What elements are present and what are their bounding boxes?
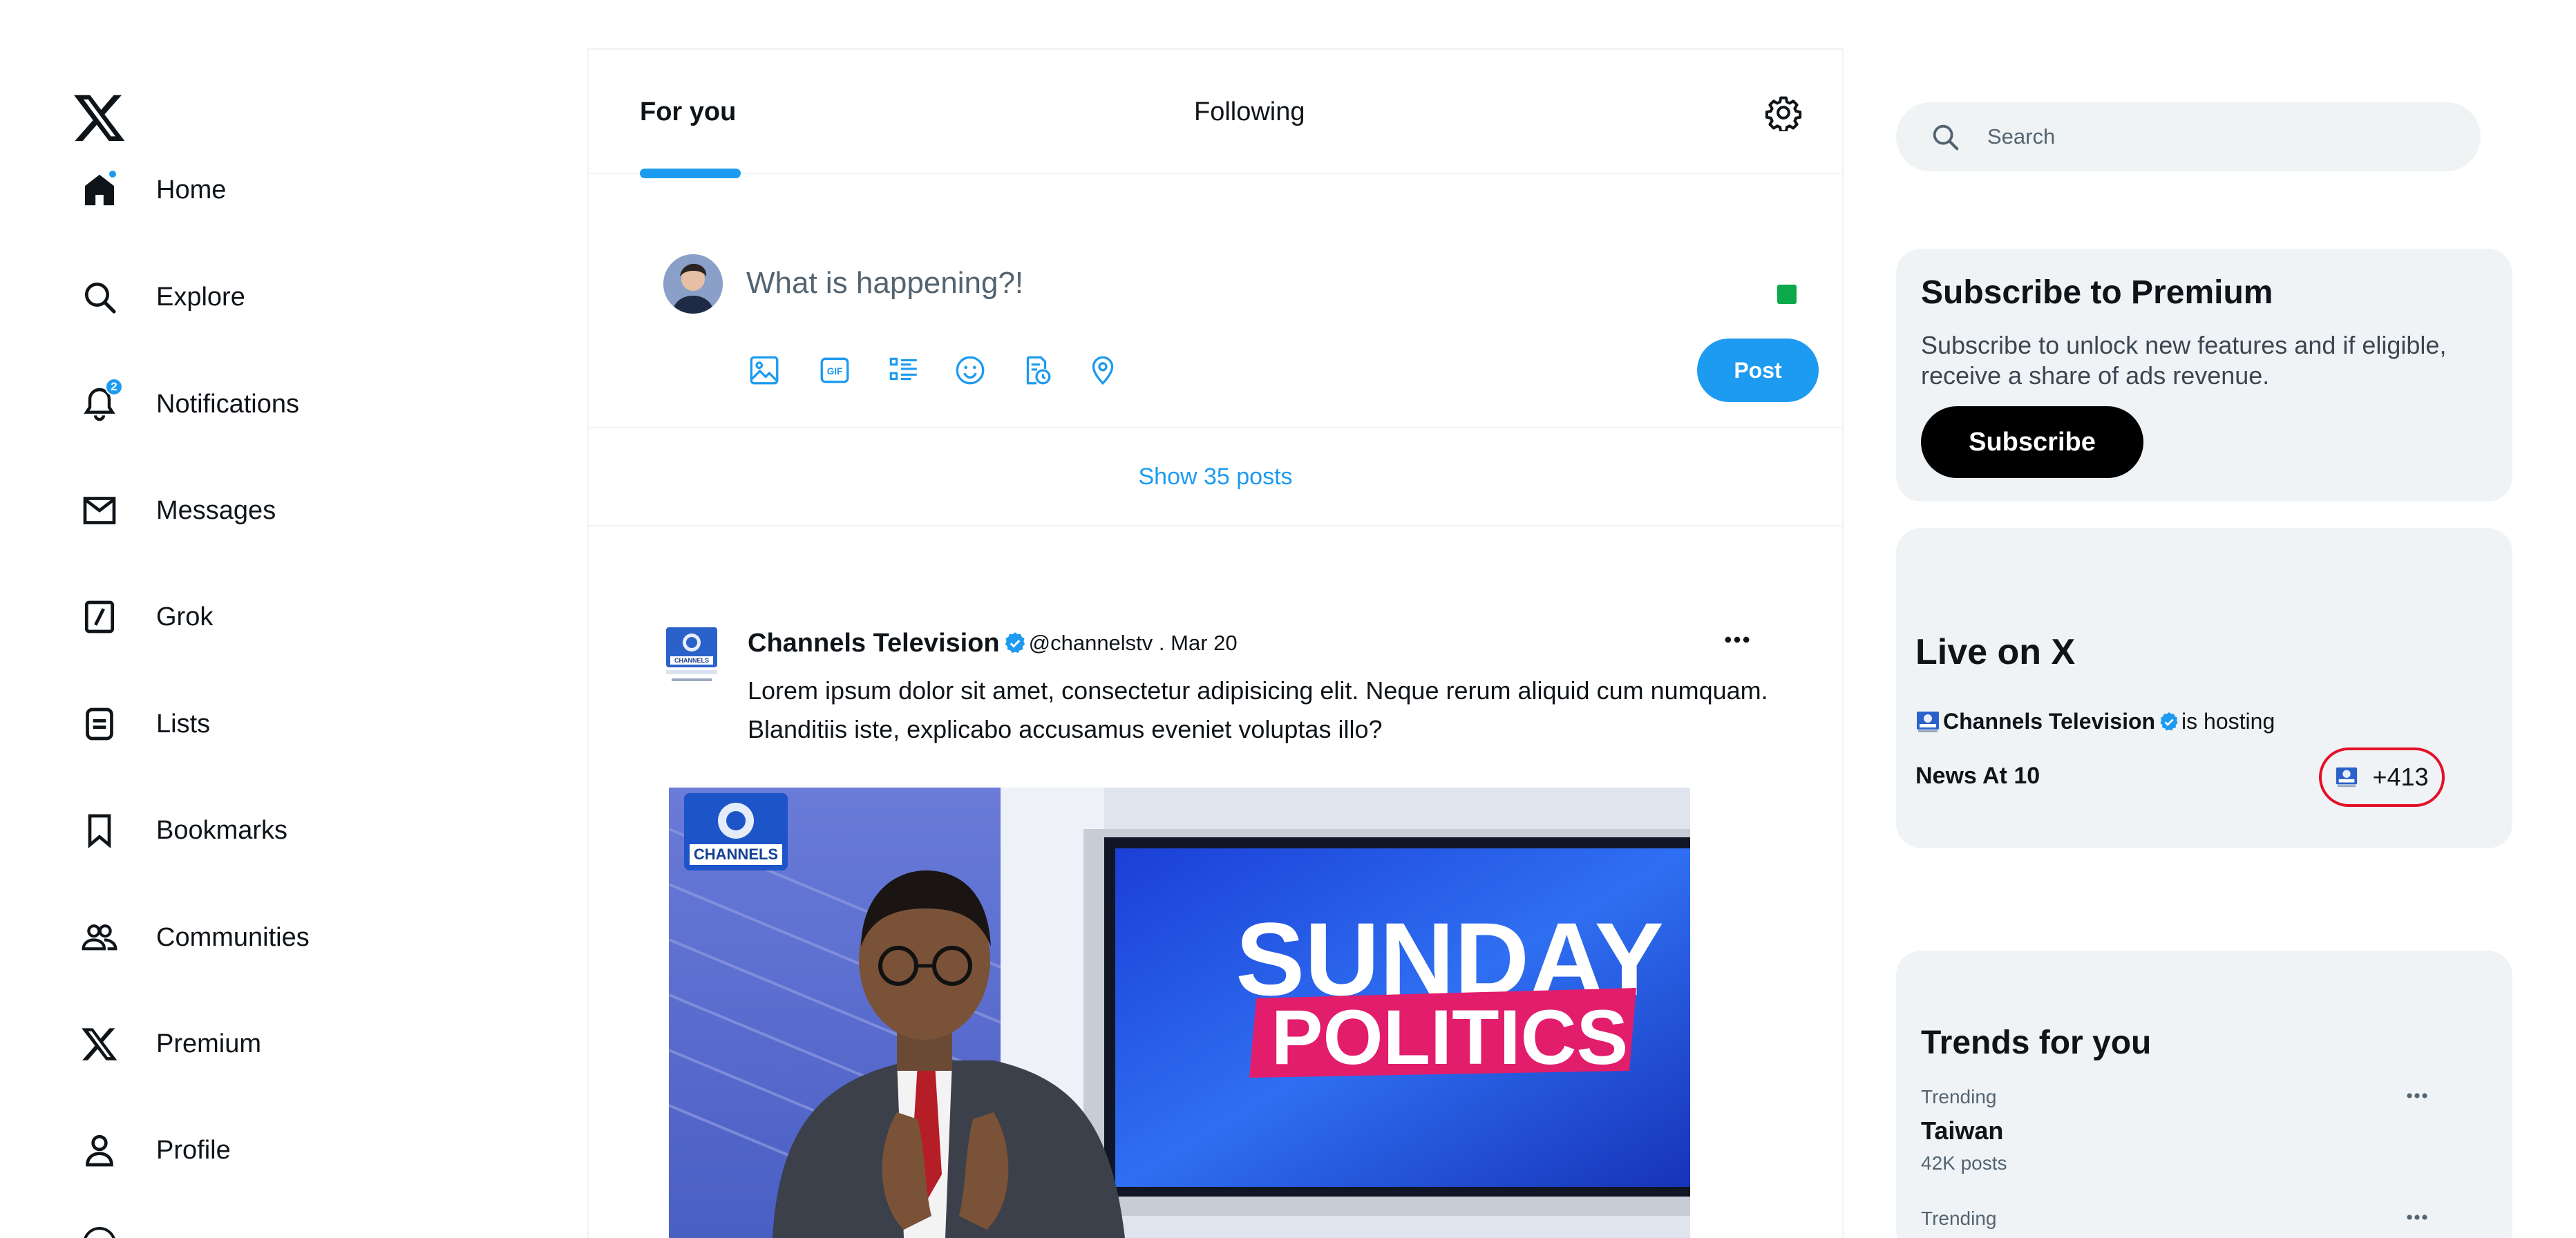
trend-count: 42K posts	[1921, 1152, 2007, 1174]
sidebar-item-label: Grok	[156, 602, 214, 631]
trends-title: Trends for you	[1921, 1025, 2152, 1061]
svg-text:GIF: GIF	[827, 366, 843, 377]
sidebar-item-home[interactable]: Home	[76, 159, 226, 221]
subscribe-button[interactable]: Subscribe	[1921, 406, 2143, 478]
svg-text:CHANNELS: CHANNELS	[674, 657, 709, 664]
sidebar-item-premium[interactable]: Premium	[76, 1013, 261, 1075]
sidebar-item-label: Home	[156, 175, 227, 204]
live-listener-count[interactable]: +413	[2319, 747, 2445, 807]
tweet-author-name[interactable]: Channels Television	[748, 629, 1000, 658]
envelope-icon	[76, 487, 123, 534]
trends-card: Trends for you Trending Taiwan 42K posts…	[1896, 951, 2512, 1238]
person-icon	[76, 1127, 123, 1174]
verified-badge-icon	[1005, 632, 1025, 654]
schedule-icon[interactable]	[1017, 351, 1056, 390]
image-icon[interactable]	[745, 351, 784, 390]
bell-icon: 2	[76, 378, 123, 428]
live-show-title[interactable]: News At 10	[1915, 763, 2040, 790]
sidebar-item-label: Notifications	[156, 389, 299, 419]
sidebar-item-grok[interactable]: Grok	[76, 586, 213, 648]
more-icon[interactable]	[83, 1227, 116, 1238]
channel-logo-avatar[interactable]: CHANNELS	[665, 626, 719, 685]
status-indicator	[1777, 285, 1797, 304]
x-logo-icon[interactable]	[72, 90, 127, 145]
search-icon	[76, 274, 123, 321]
search-bar[interactable]	[1896, 102, 2481, 171]
premium-description: Subscribe to unlock new features and if …	[1921, 331, 2447, 390]
compose-input[interactable]	[746, 261, 1714, 305]
sidebar-item-label: Profile	[156, 1135, 231, 1165]
notification-badge: 2	[105, 378, 123, 396]
sidebar-item-label: Explore	[156, 282, 245, 312]
trend-label: Trending	[1921, 1086, 1997, 1107]
channel-logo-icon	[1917, 711, 1939, 732]
tweet-composer: GIF Post	[589, 175, 1842, 428]
people-icon	[76, 914, 123, 961]
sidebar-item-messages[interactable]: Messages	[76, 479, 276, 542]
bookmark-icon	[76, 807, 123, 854]
premium-title: Subscribe to Premium	[1921, 274, 2273, 311]
sidebar-item-label: Bookmarks	[156, 815, 288, 845]
sidebar-item-label: Messages	[156, 495, 276, 525]
tweet-media-image[interactable]: SUNDAY POLITICS CHANNELS	[669, 788, 1690, 1238]
tab-following[interactable]: Following	[1194, 50, 1305, 174]
sidebar-item-communities[interactable]: Communities	[76, 906, 310, 969]
tweet-header: Channels Television @channelstv . Mar 20	[748, 626, 1238, 660]
media-channel-logo-text: CHANNELS	[694, 846, 778, 863]
sidebar-item-label: Communities	[156, 922, 310, 952]
gif-icon[interactable]: GIF	[815, 351, 854, 390]
trend-more-icon[interactable]	[2398, 1082, 2436, 1110]
gear-icon[interactable]	[1761, 90, 1806, 135]
timeline-tabs: For you Following	[589, 50, 1842, 178]
search-icon	[1933, 124, 1959, 151]
x-logo-icon	[76, 1020, 123, 1067]
sidebar-item-label: Premium	[156, 1029, 262, 1058]
trend-label: Trending	[1921, 1208, 1997, 1229]
tweet-handle-date: @channelstv . Mar 20	[1028, 631, 1238, 655]
search-input[interactable]	[1987, 124, 2430, 149]
sidebar-item-profile[interactable]: Profile	[76, 1119, 231, 1181]
post-button[interactable]: Post	[1697, 339, 1819, 402]
sidebar-item-notifications[interactable]: 2 Notifications	[76, 373, 299, 435]
list-icon	[76, 701, 123, 747]
trend-name[interactable]: Taiwan	[1921, 1116, 2003, 1145]
live-title: Live on X	[1915, 632, 2076, 672]
live-host-name: Channels Television	[1943, 709, 2156, 734]
trend-more-icon[interactable]	[2398, 1203, 2436, 1231]
tweet-text: Lorem ipsum dolor sit amet, consectetur …	[748, 676, 1768, 743]
grok-icon	[76, 593, 123, 640]
live-count-label: +413	[2372, 763, 2429, 791]
channel-logo-icon	[2336, 767, 2358, 788]
live-host[interactable]: Channels Television is hosting	[1915, 709, 2275, 734]
home-icon	[76, 166, 123, 213]
tab-for-you[interactable]: For you	[640, 50, 736, 174]
sidebar-item-lists[interactable]: Lists	[76, 693, 210, 755]
emoji-icon[interactable]	[951, 351, 989, 390]
sidebar-item-explore[interactable]: Explore	[76, 266, 245, 328]
screen-text-line2: POLITICS	[1271, 994, 1628, 1080]
show-new-posts-button[interactable]: Show 35 posts	[589, 428, 1842, 526]
avatar[interactable]	[663, 254, 723, 314]
poll-icon[interactable]	[884, 351, 923, 390]
verified-badge-icon	[2160, 712, 2178, 731]
live-host-suffix: is hosting	[2181, 709, 2275, 734]
premium-card: Subscribe to Premium Subscribe to unlock…	[1896, 249, 2512, 502]
location-icon[interactable]	[1083, 351, 1122, 390]
live-card: Live on X Channels Television is hosting…	[1896, 528, 2512, 848]
more-options-icon[interactable]	[1716, 625, 1758, 655]
sidebar-item-label: Lists	[156, 709, 211, 739]
sidebar-item-bookmarks[interactable]: Bookmarks	[76, 799, 287, 861]
